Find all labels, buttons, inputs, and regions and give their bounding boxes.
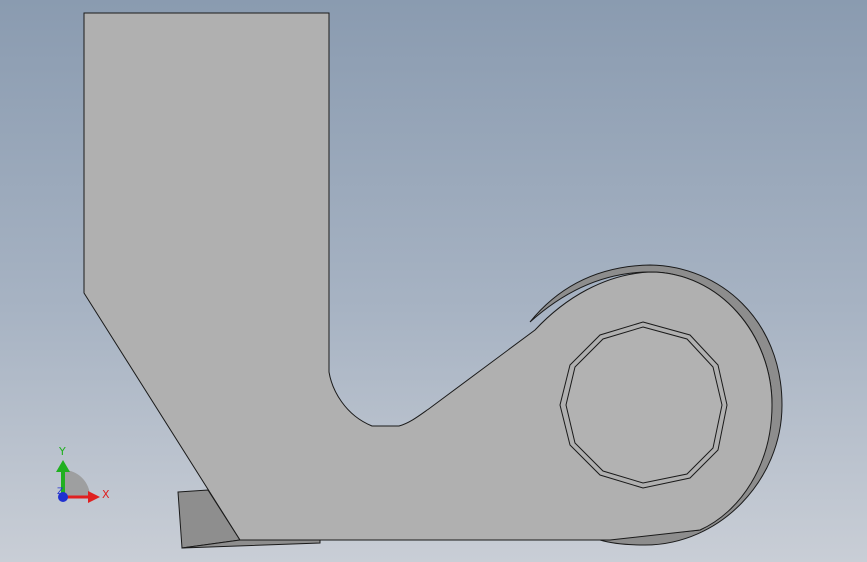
x-axis-arrow-icon <box>88 491 100 503</box>
z-axis-label: Z <box>57 487 63 497</box>
model-canvas[interactable]: Y X Z <box>0 0 867 562</box>
x-axis-label: X <box>102 488 110 501</box>
y-axis-label: Y <box>58 445 66 458</box>
triad-xy-plane-arc <box>63 470 90 497</box>
cad-3d-viewport[interactable]: Y X Z <box>0 0 867 562</box>
view-orientation-triad: Y X Z <box>56 445 110 503</box>
y-axis-arrow-icon <box>56 460 70 472</box>
